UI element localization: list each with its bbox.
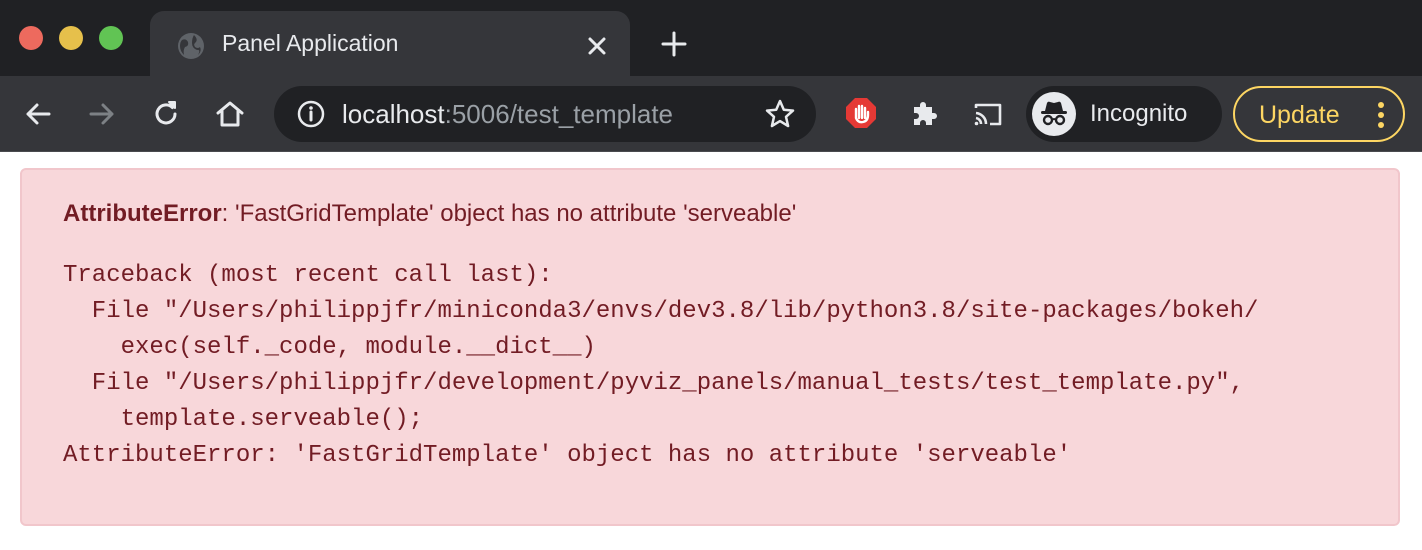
traceback-line: exec(self._code, module.__dict__) bbox=[63, 334, 596, 361]
traceback-line: File "/Users/philippjfr/miniconda3/envs/… bbox=[63, 298, 1259, 325]
url-path: :5006/test_template bbox=[444, 99, 674, 129]
tab-title: Panel Application bbox=[222, 30, 399, 56]
update-label: Update bbox=[1259, 101, 1340, 129]
new-tab-plus-icon[interactable] bbox=[660, 30, 688, 58]
url-text[interactable]: localhost:5006/test_template bbox=[342, 99, 673, 130]
traceback-line: Traceback (most recent call last): bbox=[63, 262, 553, 289]
traceback-block: Traceback (most recent call last): File … bbox=[63, 258, 1258, 474]
tab-panel-application[interactable]: Panel Application bbox=[150, 11, 630, 76]
incognito-label: Incognito bbox=[1090, 100, 1188, 127]
home-icon[interactable] bbox=[214, 98, 246, 130]
puzzle-icon[interactable] bbox=[908, 98, 940, 130]
bookmark-star-icon[interactable] bbox=[764, 98, 796, 130]
traceback-line: template.serveable(); bbox=[63, 406, 424, 433]
reload-icon[interactable] bbox=[150, 98, 182, 130]
adblock-icon[interactable] bbox=[844, 96, 878, 130]
incognito-profile-button[interactable]: Incognito bbox=[1026, 86, 1222, 142]
address-bar[interactable]: localhost:5006/test_template bbox=[274, 86, 816, 142]
error-alert: AttributeError: 'FastGridTemplate' objec… bbox=[20, 168, 1400, 526]
globe-icon bbox=[178, 33, 204, 59]
window-minimize-button[interactable] bbox=[59, 26, 83, 50]
traceback-line: AttributeError: 'FastGridTemplate' objec… bbox=[63, 442, 1072, 469]
update-button[interactable]: Update bbox=[1233, 86, 1405, 142]
forward-arrow-icon[interactable] bbox=[86, 98, 118, 130]
cast-icon[interactable] bbox=[972, 98, 1004, 130]
traceback-line: File "/Users/philippjfr/development/pyvi… bbox=[63, 370, 1244, 397]
site-info-icon[interactable] bbox=[296, 99, 326, 129]
close-tab-icon[interactable] bbox=[584, 33, 610, 59]
back-arrow-icon[interactable] bbox=[22, 98, 54, 130]
error-heading: AttributeError: 'FastGridTemplate' objec… bbox=[63, 200, 796, 228]
more-vertical-icon[interactable] bbox=[1371, 100, 1391, 130]
browser-toolbar: localhost:5006/test_template Incognito U… bbox=[0, 76, 1422, 152]
error-type: AttributeError bbox=[63, 200, 222, 227]
window-close-button[interactable] bbox=[19, 26, 43, 50]
url-host: localhost bbox=[342, 99, 445, 129]
window-maximize-button[interactable] bbox=[99, 26, 123, 50]
tab-strip: Panel Application bbox=[0, 0, 1422, 76]
incognito-icon bbox=[1032, 92, 1076, 136]
error-message: : 'FastGridTemplate' object has no attri… bbox=[221, 200, 797, 227]
